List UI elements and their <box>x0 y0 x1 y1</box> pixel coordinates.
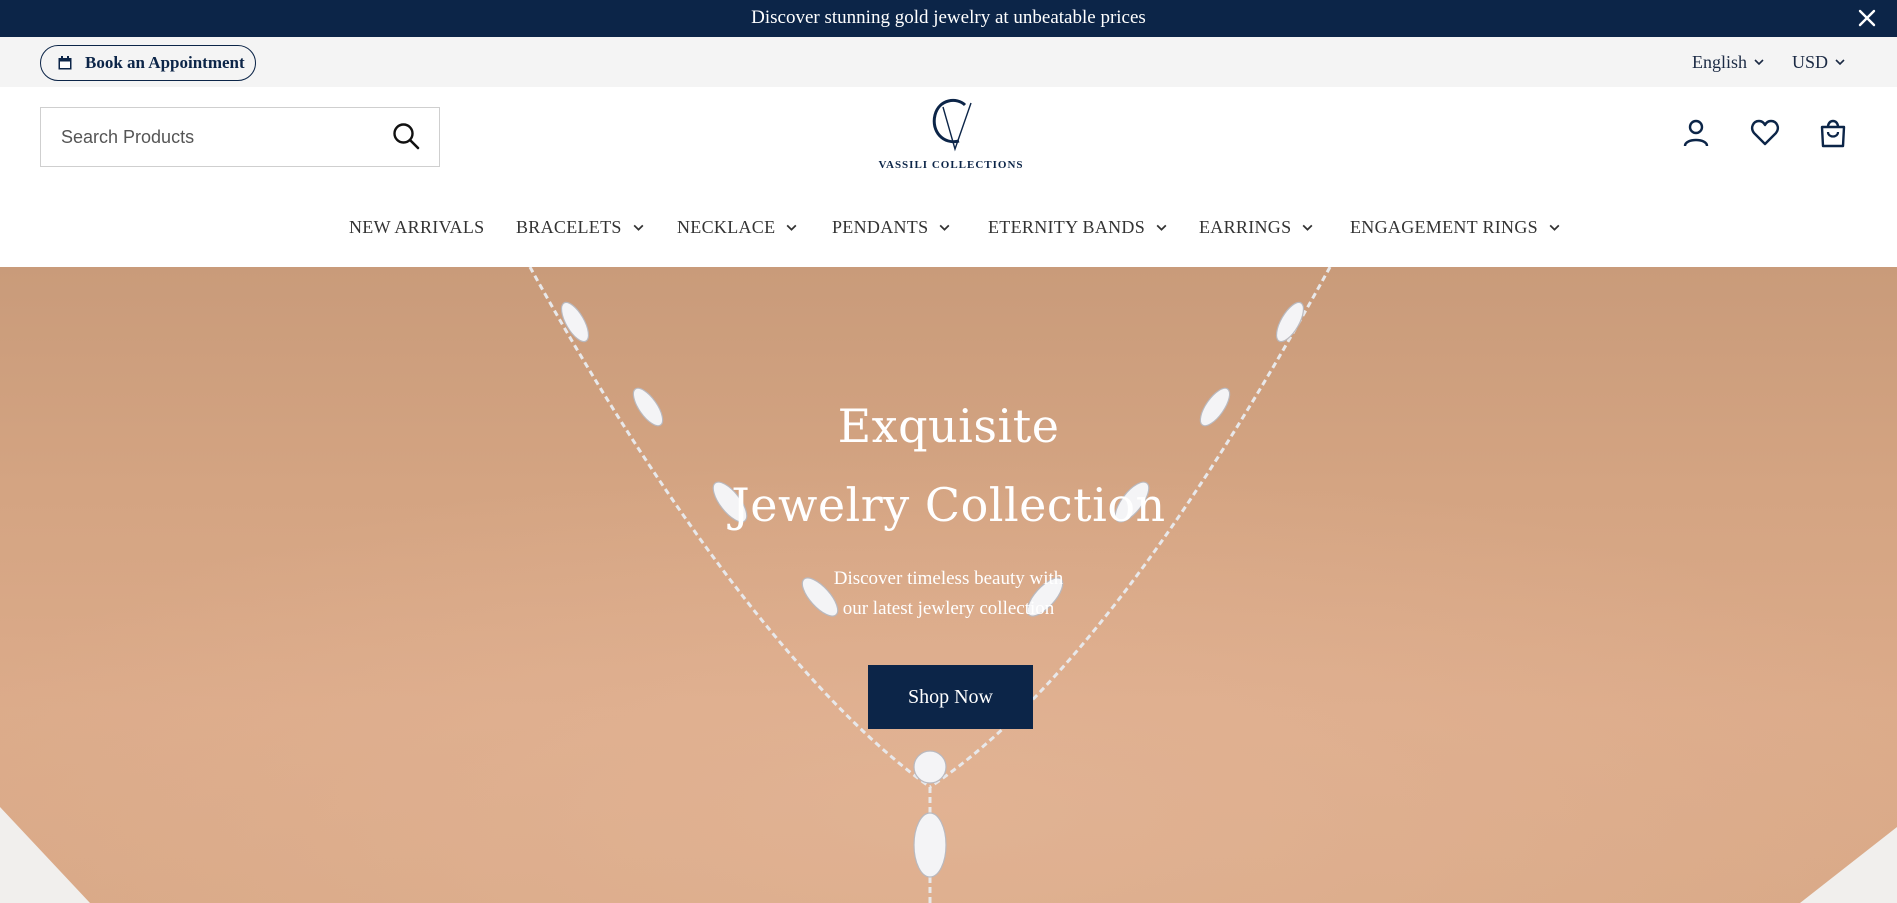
search-box <box>40 107 440 167</box>
nav-label: EARRINGS <box>1199 216 1292 237</box>
chevron-down-icon <box>786 224 797 231</box>
chevron-down-icon <box>1156 224 1167 231</box>
announcement-text: Discover stunning gold jewelry at unbeat… <box>751 7 1146 28</box>
nav-item-necklace[interactable]: NECKLACE <box>677 207 798 247</box>
chevron-down-icon <box>1754 59 1764 66</box>
calendar-icon <box>58 56 72 70</box>
nav-item-pendants[interactable]: PENDANTS <box>832 207 951 247</box>
nav-label: ENGAGEMENT RINGS <box>1350 216 1538 237</box>
hero-subtitle-line-2: our latest jewlery collection <box>842 598 1055 619</box>
account-icon[interactable] <box>1680 117 1712 149</box>
chevron-down-icon <box>1549 224 1560 231</box>
close-icon[interactable] <box>1855 6 1879 30</box>
announcement-bar: Discover stunning gold jewelry at unbeat… <box>0 0 1897 37</box>
nav-item-eternity-bands[interactable]: ETERNITY BANDS <box>988 207 1168 247</box>
chevron-down-icon <box>633 224 644 231</box>
nav-item-bracelets[interactable]: BRACELETS <box>516 207 645 247</box>
vc-monogram-logo <box>932 98 972 152</box>
book-appointment-button[interactable]: Book an Appointment <box>40 45 256 81</box>
nav-label: ETERNITY BANDS <box>988 216 1146 237</box>
shopping-bag-icon[interactable] <box>1817 117 1849 149</box>
nav-label: NECKLACE <box>677 216 776 237</box>
site-header: VASSILI COLLECTIONS NEW ARRIVALS BRACELE… <box>0 87 1897 267</box>
nav-item-new-arrivals[interactable]: NEW ARRIVALS <box>349 207 484 247</box>
main-nav: NEW ARRIVALS BRACELETS NECKLACE PENDANTS… <box>0 207 1897 247</box>
currency-selector[interactable]: USD <box>1792 49 1846 75</box>
search-icon[interactable] <box>391 121 421 151</box>
nav-item-earrings[interactable]: EARRINGS <box>1199 207 1314 247</box>
hero-banner: Exquisite Jewelry Collection Discover ti… <box>0 267 1897 903</box>
nav-item-engagement-rings[interactable]: ENGAGEMENT RINGS <box>1350 207 1561 247</box>
chevron-down-icon <box>939 224 950 231</box>
heart-icon[interactable] <box>1749 117 1781 149</box>
hero-subtitle-line-1: Discover timeless beauty with <box>833 568 1064 589</box>
shop-now-button[interactable]: Shop Now <box>868 665 1033 729</box>
nav-label: NEW ARRIVALS <box>349 216 485 237</box>
hero-title-line-2: Jewelry Collection <box>731 478 1166 532</box>
hero-title-line-1: Exquisite <box>837 399 1060 453</box>
chevron-down-icon <box>1835 59 1845 66</box>
language-value: English <box>1692 51 1748 72</box>
language-selector[interactable]: English <box>1692 49 1765 75</box>
chevron-down-icon <box>1302 224 1313 231</box>
currency-value: USD <box>1792 51 1829 72</box>
nav-label: PENDANTS <box>832 216 929 237</box>
logo-text: VASSILI COLLECTIONS <box>878 159 1024 171</box>
nav-label: BRACELETS <box>516 216 622 237</box>
brand-logo[interactable]: VASSILI COLLECTIONS <box>870 95 1032 181</box>
book-appointment-label: Book an Appointment <box>85 53 245 72</box>
search-input[interactable] <box>41 108 371 166</box>
utility-bar: Book an Appointment English USD <box>0 37 1897 87</box>
